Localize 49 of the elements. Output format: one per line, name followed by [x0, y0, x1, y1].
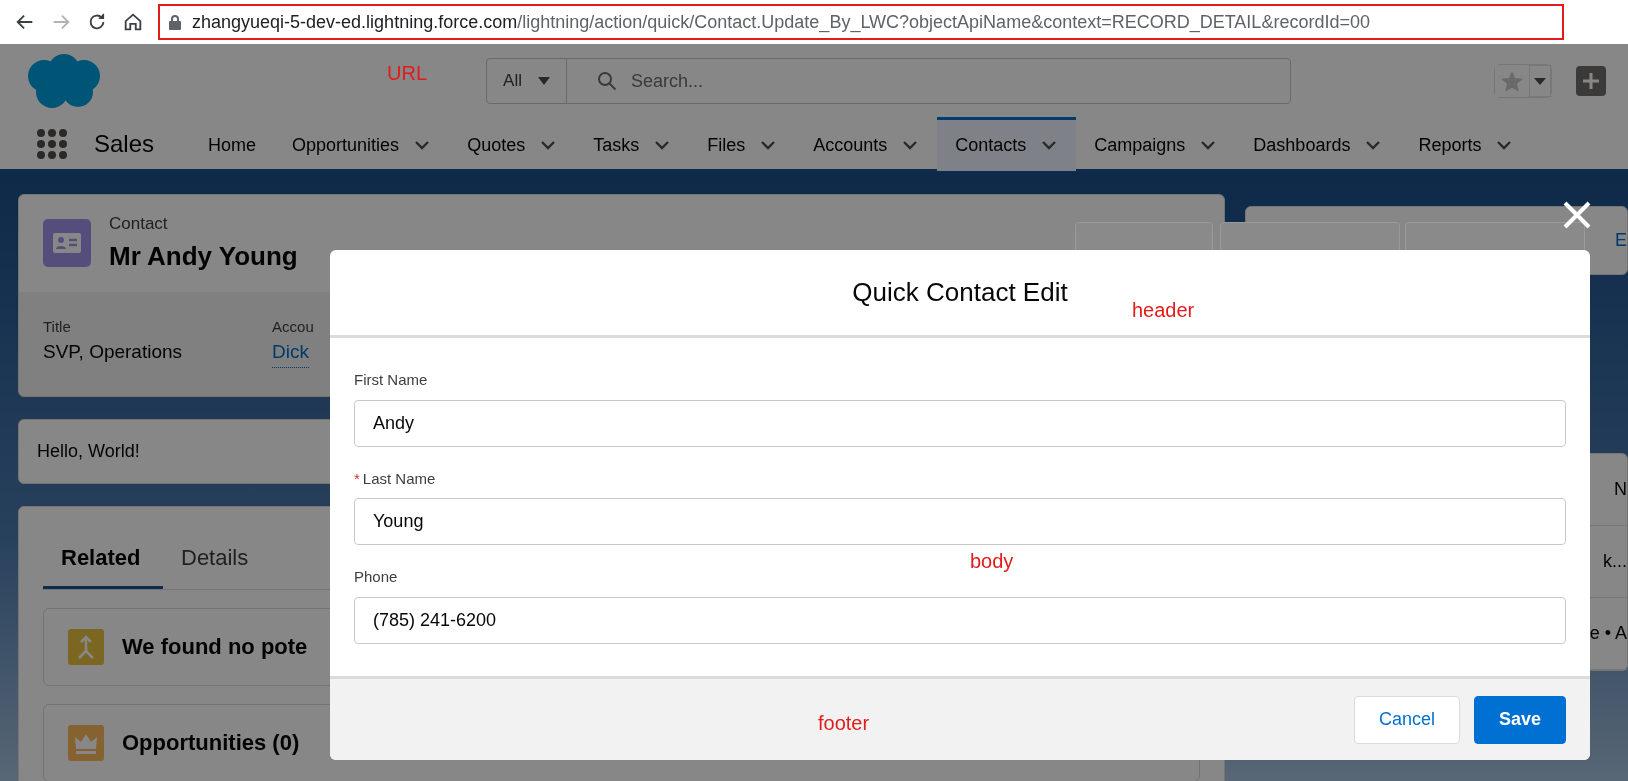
nav-tab[interactable]: Reports	[1400, 116, 1532, 171]
plus-icon[interactable]	[1576, 66, 1606, 96]
url-field[interactable]: zhangyueqi-5-dev-ed.lightning.force.com/lightning/action/quick/Contact.Update_By_LWC?objectApiName&context=RECORD_DETAIL&recordId=00	[158, 4, 1564, 40]
field-label: Phone	[354, 567, 398, 587]
search-icon	[597, 71, 617, 91]
search-field[interactable]: All Search...	[486, 58, 1291, 104]
account-link[interactable]: Dick	[272, 338, 310, 368]
annotation-label: URL	[387, 61, 427, 86]
nav-tab[interactable]: Accounts	[795, 116, 938, 171]
crown-icon	[68, 724, 104, 761]
save-button[interactable]: Save	[1473, 695, 1566, 744]
card-title: Opportunities (0)	[122, 729, 300, 757]
close-icon[interactable]	[1562, 200, 1592, 230]
record-type: Contact	[109, 213, 169, 235]
cancel-button[interactable]: Cancel	[1353, 695, 1460, 744]
contact-card-icon	[43, 219, 91, 268]
scope-dropdown[interactable]: All	[487, 59, 567, 103]
url-text: zhangyueqi-5-dev-ed.lightning.force.com/lightning/action/quick/Contact.Update_By_LWC?objectApiName&context=RECORD_DETAIL&recordId=00	[192, 10, 1370, 35]
caret-icon	[537, 77, 550, 85]
field-label: Accou	[272, 316, 314, 337]
record-tab[interactable]: Details	[163, 530, 283, 589]
text-field[interactable]: Andy	[354, 399, 1566, 447]
nav-tab[interactable]: Quotes	[449, 116, 576, 171]
field-value: SVP, Operations	[43, 340, 183, 364]
nav-tab[interactable]: Contacts	[937, 116, 1077, 171]
home-icon[interactable]	[122, 11, 144, 33]
annotation-label: body	[970, 549, 1014, 574]
merge-icon	[68, 628, 104, 665]
card-title: We found no pote	[122, 633, 308, 661]
app-name: Sales	[94, 128, 155, 159]
lock-icon	[168, 14, 182, 30]
caret-icon[interactable]	[1529, 65, 1551, 97]
text-field[interactable]: Young	[354, 498, 1566, 545]
text-field[interactable]: (785) 241-6200	[354, 596, 1566, 644]
annotation-label: header	[1132, 298, 1195, 323]
search-placeholder: Search...	[631, 69, 704, 93]
nav-tab[interactable]: Files	[689, 116, 796, 171]
record-tab[interactable]: Related	[43, 530, 163, 589]
record-name: Mr Andy Young	[109, 239, 298, 273]
annotation-label: footer	[818, 711, 870, 736]
action-link[interactable]: E	[1615, 215, 1627, 266]
nav-tab[interactable]: Campaigns	[1076, 116, 1236, 171]
field-label: Title	[43, 316, 72, 337]
field-label: First Name	[354, 370, 428, 390]
nav-tab[interactable]: Dashboards	[1235, 116, 1401, 171]
nav-tab[interactable]: Home	[190, 116, 275, 171]
nav-tab[interactable]: Opportunities	[274, 116, 450, 171]
app-launcher-icon[interactable]	[36, 127, 68, 160]
nav-tab[interactable]: Tasks	[575, 116, 690, 171]
